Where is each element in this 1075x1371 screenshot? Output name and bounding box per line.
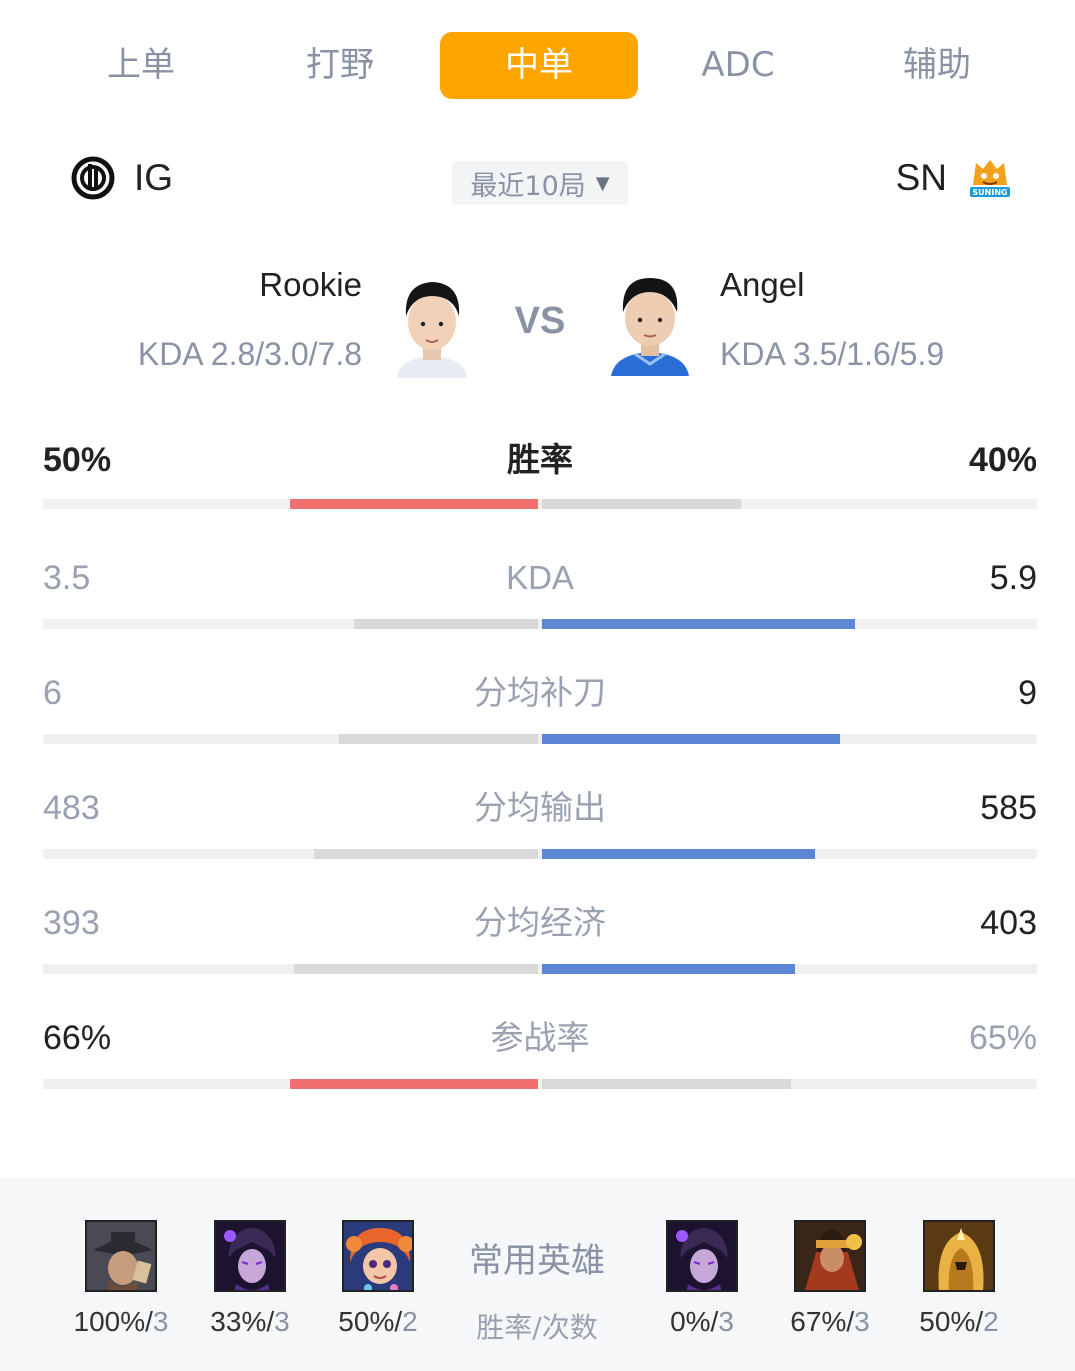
stat-bar-left	[354, 619, 538, 629]
common-heroes-section: 100%/3 33%/3 50%/2 常用英雄 胜率/次数 0%/3 67%/3…	[0, 1178, 1075, 1371]
stat-right-value: 5.9	[989, 559, 1037, 597]
heroes-subtitle: 胜率/次数	[476, 1311, 598, 1344]
team-left: IG	[70, 150, 173, 206]
hero-rate: 100%/3	[73, 1306, 169, 1337]
twisted-fate-hero-icon	[85, 1220, 157, 1292]
stat-bar-left	[289, 1079, 538, 1089]
stat-bar-track	[43, 849, 1037, 859]
heroes-title: 常用英雄	[469, 1241, 605, 1281]
syndra-hero-icon	[666, 1220, 738, 1292]
vs-label: VS	[514, 300, 566, 342]
stat-left-value: 6	[43, 674, 62, 712]
tab-top[interactable]: 上单	[42, 32, 240, 99]
stat-bar-track	[43, 1079, 1037, 1089]
syndra-hero-icon	[214, 1220, 286, 1292]
hero-item[interactable]: 0%/3	[642, 1220, 762, 1338]
filter-label: 最近10局	[470, 170, 586, 202]
position-tabs: 上单 打野 中单 ADC 辅助	[42, 32, 1034, 99]
stat-row-gold: 393 分均经济 403	[43, 900, 1037, 1000]
stat-label: 分均补刀	[474, 674, 606, 711]
caret-down-icon: ▼	[595, 172, 610, 194]
ig-logo-icon	[71, 156, 115, 200]
hero-rate: 0%/3	[670, 1306, 734, 1337]
hero-rate: 50%/2	[338, 1306, 418, 1337]
stat-left-value: 66%	[43, 1019, 112, 1057]
stat-bar-track	[43, 734, 1037, 744]
stat-label: 分均输出	[474, 789, 606, 826]
stat-label: KDA	[506, 559, 574, 596]
jayce-hero-icon	[794, 1220, 866, 1292]
stat-bar-left	[294, 964, 538, 974]
team-right: SN SUNING	[896, 150, 1013, 206]
hero-item[interactable]: 33%/3	[190, 1220, 310, 1338]
azir-hero-icon	[923, 1220, 995, 1292]
stat-right-value: 9	[1018, 674, 1037, 712]
stat-row-kda: 3.5 KDA 5.9	[43, 555, 1037, 655]
tab-adc[interactable]: ADC	[639, 32, 837, 99]
hero-item[interactable]: 100%/3	[61, 1220, 181, 1338]
stat-bar-right	[542, 619, 856, 629]
tab-support[interactable]: 辅助	[838, 32, 1036, 99]
stat-label: 胜率	[507, 441, 573, 478]
hero-item[interactable]: 50%/2	[318, 1220, 438, 1338]
stat-right-value: 585	[980, 789, 1037, 827]
stat-bar-right	[542, 849, 816, 859]
svg-text:SUNING: SUNING	[972, 188, 1007, 197]
stat-bar-right	[542, 964, 796, 974]
stat-left-value: 393	[43, 904, 100, 942]
stat-bar-left	[289, 499, 538, 509]
player-right-kda: KDA 3.5/1.6/5.9	[720, 336, 945, 372]
stat-bar-right	[542, 499, 741, 509]
recent-games-filter[interactable]: 最近10局 ▼	[452, 161, 628, 205]
team-left-name: IG	[134, 157, 174, 198]
stat-row-participation: 66% 参战率 65%	[43, 1015, 1037, 1115]
stat-bar-track	[43, 499, 1037, 509]
stat-bar-track	[43, 619, 1037, 629]
player-right-name: Angel	[720, 266, 805, 303]
player-left-name: Rookie	[259, 266, 362, 303]
stat-bar-right	[542, 1079, 791, 1089]
tab-mid[interactable]: 中单	[440, 32, 638, 99]
hero-rate: 33%/3	[210, 1306, 290, 1337]
stat-right-value: 403	[980, 904, 1037, 942]
hero-rate: 50%/2	[919, 1306, 999, 1337]
stat-right-value: 40%	[968, 441, 1037, 479]
stat-bar-left	[339, 734, 538, 744]
stat-bar-left	[314, 849, 538, 859]
stat-left-value: 483	[43, 789, 100, 827]
stat-left-value: 50%	[43, 441, 112, 479]
tab-jungle[interactable]: 打野	[241, 32, 439, 99]
hero-item[interactable]: 50%/2	[899, 1220, 1019, 1338]
player-right-avatar	[611, 278, 689, 376]
stat-label: 参战率	[490, 1019, 590, 1056]
suning-logo-icon: SUNING	[970, 160, 1010, 197]
stat-row-damage: 483 分均输出 585	[43, 785, 1037, 885]
hero-item[interactable]: 67%/3	[770, 1220, 890, 1338]
hero-rate: 67%/3	[790, 1306, 870, 1337]
stat-label: 分均经济	[474, 904, 606, 941]
player-left-avatar	[397, 282, 467, 378]
stat-left-value: 3.5	[43, 559, 91, 597]
stat-right-value: 65%	[968, 1019, 1037, 1057]
team-right-name: SN	[895, 157, 947, 198]
stat-bar-right	[542, 734, 841, 744]
zoe-hero-icon	[342, 1220, 414, 1292]
player-left-kda: KDA 2.8/3.0/7.8	[137, 336, 362, 372]
stat-bar-track	[43, 964, 1037, 974]
stat-row-winrate: 50% 胜率 40%	[43, 437, 1037, 537]
stat-row-cs: 6 分均补刀 9	[43, 670, 1037, 770]
